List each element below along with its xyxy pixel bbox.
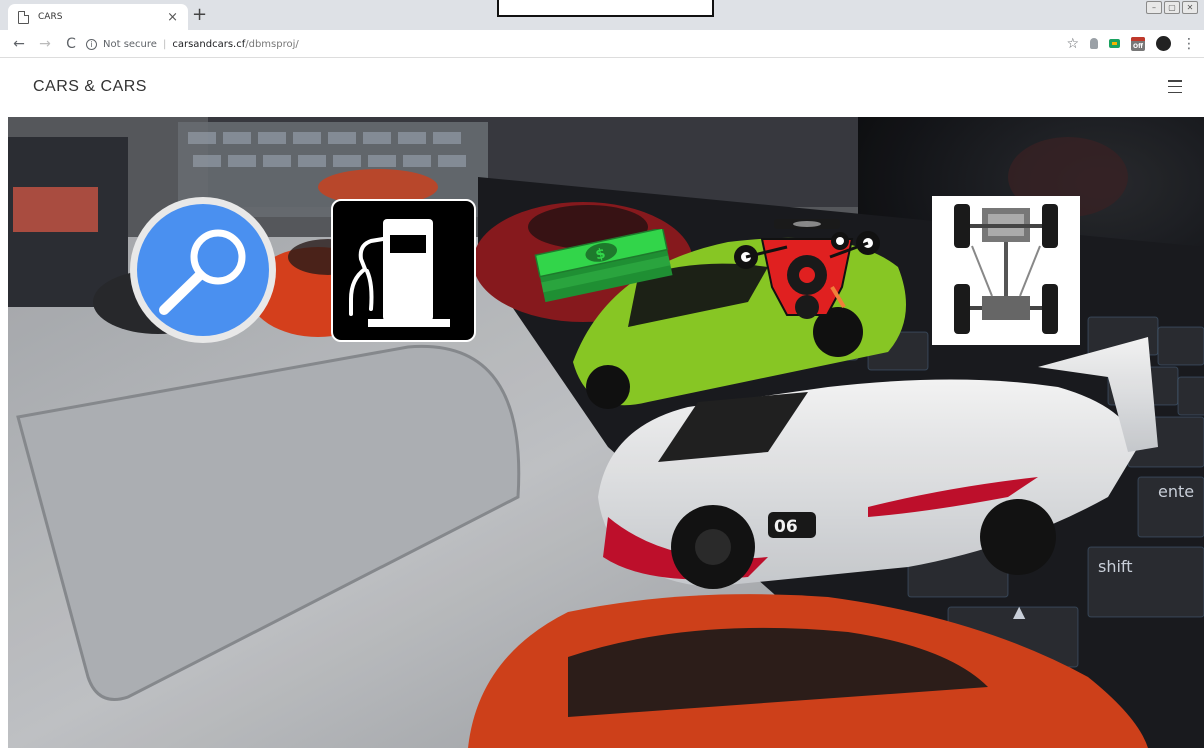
hero-section: ente shift ▲ 06 $ — [8, 117, 1204, 748]
extension-calendar-icon[interactable]: Off — [1131, 36, 1145, 51]
engine-tile[interactable] — [732, 217, 882, 327]
price-tile[interactable]: $ — [532, 227, 678, 311]
window-drag-region — [497, 0, 714, 17]
browser-tab-bar: CARS × + – ▢ ✕ — [0, 0, 1204, 30]
chassis-icon — [932, 196, 1080, 345]
tab-close-button[interactable]: × — [167, 11, 178, 24]
extension-shield-icon[interactable] — [1090, 38, 1098, 49]
search-tile[interactable] — [128, 195, 278, 345]
extension-green-icon[interactable] — [1109, 39, 1120, 48]
address-bar[interactable]: i Not secure | carsandcars.cf/dbmsproj/ — [86, 33, 299, 55]
star-icon[interactable]: ☆ — [1066, 37, 1079, 51]
url-host: carsandcars.cf — [172, 38, 246, 50]
new-tab-button[interactable]: + — [192, 6, 207, 24]
info-icon[interactable]: i — [86, 38, 97, 50]
hamburger-icon[interactable] — [1168, 80, 1182, 93]
extensions-area: ☆ Off ⋮ — [1066, 36, 1196, 51]
fuel-tile[interactable] — [331, 199, 476, 342]
address-separator: | — [162, 38, 167, 50]
window-controls: – ▢ ✕ — [1146, 1, 1198, 14]
forward-button[interactable]: → — [38, 36, 52, 52]
profile-avatar[interactable] — [1156, 36, 1171, 51]
maximize-button[interactable]: ▢ — [1164, 1, 1180, 14]
browser-tab[interactable]: CARS × — [8, 4, 188, 30]
url-path: /dbmsproj/ — [245, 38, 299, 50]
security-label: Not secure — [103, 38, 157, 50]
site-brand[interactable]: CARS & CARS — [33, 78, 147, 96]
fuel-pump-icon — [331, 199, 476, 342]
reload-button[interactable]: C — [64, 36, 78, 52]
money-stack-icon: $ — [534, 227, 673, 303]
back-button[interactable]: ← — [12, 36, 26, 52]
minimize-button[interactable]: – — [1146, 1, 1162, 14]
page-icon — [18, 10, 29, 24]
browser-menu-button[interactable]: ⋮ — [1182, 37, 1196, 51]
chassis-tile[interactable] — [932, 196, 1080, 345]
engine-icon — [734, 219, 880, 319]
magnifier-icon — [130, 197, 276, 343]
browser-toolbar: ← → C i Not secure | carsandcars.cf/dbms… — [0, 30, 1204, 58]
site-header: CARS & CARS — [0, 59, 1204, 117]
close-window-button[interactable]: ✕ — [1182, 1, 1198, 14]
tab-title: CARS — [38, 12, 63, 22]
